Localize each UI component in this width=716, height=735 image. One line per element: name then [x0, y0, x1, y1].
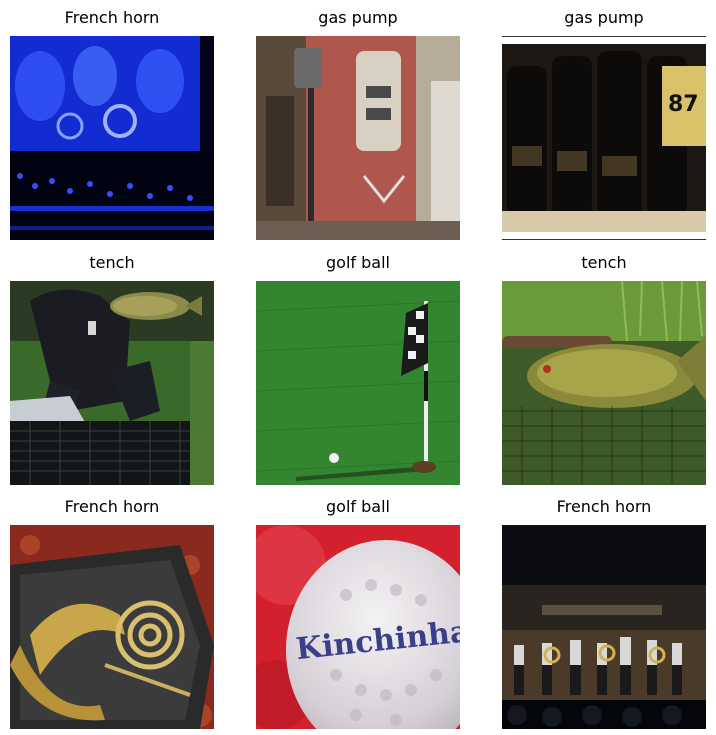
thumbnail-french-horn-band: [502, 525, 706, 729]
thumbnail-golf-green: [256, 281, 460, 485]
pump-number-label: 87: [668, 92, 699, 117]
vintage-gas-pump-image: [256, 36, 460, 240]
thumbnail-tench-net: [502, 281, 706, 485]
orchestra-image: [10, 36, 214, 240]
image-caption: French horn: [64, 497, 160, 516]
image-caption: gas pump: [318, 8, 398, 27]
thumbnail-tench-held: [10, 281, 214, 485]
image-caption: tench: [581, 253, 627, 272]
thumbnail-golf-ball-closeup: Kinchinha: [256, 525, 460, 729]
pump-nozzles-image: 87: [502, 36, 706, 240]
image-caption: gas pump: [564, 8, 644, 27]
image-caption: tench: [89, 253, 135, 272]
thumbnail-gas-pump-vintage: [256, 36, 460, 240]
golf-ball-closeup-image: Kinchinha: [256, 525, 460, 729]
image-caption: French horn: [64, 8, 160, 27]
thumbnail-french-horn-case: [10, 525, 214, 729]
image-caption: golf ball: [326, 497, 390, 516]
thumbnail-french-horn-orchestra: [10, 36, 214, 240]
fish-on-net-image: [502, 281, 706, 485]
putting-green-image: [256, 281, 460, 485]
thumbnail-gas-pump-nozzles: 87: [502, 36, 706, 240]
horn-in-case-image: [10, 525, 214, 729]
image-caption: French horn: [556, 497, 652, 516]
band-on-stage-image: [502, 525, 706, 729]
image-caption: golf ball: [326, 253, 390, 272]
person-holding-fish-image: [10, 281, 214, 485]
